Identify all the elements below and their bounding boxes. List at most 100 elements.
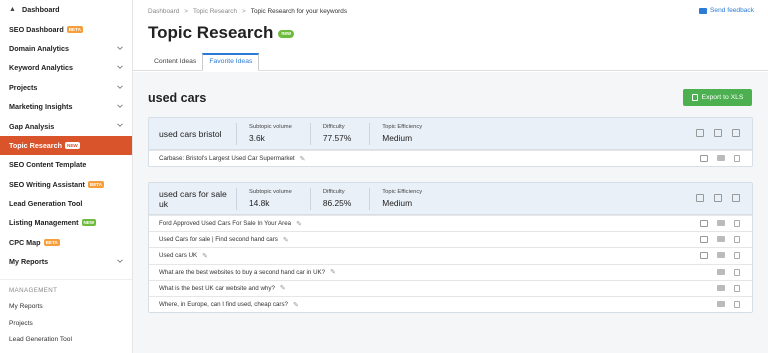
- idea-title: Used cars UK: [159, 252, 198, 260]
- metric-value: 3.6k: [249, 132, 265, 143]
- management-item-my-reports[interactable]: My Reports: [0, 299, 132, 316]
- send-feedback-label: Send feedback: [710, 7, 754, 14]
- sidebar-item-keyword-analytics[interactable]: Keyword Analytics: [0, 58, 132, 77]
- send-feedback-link[interactable]: Send feedback: [699, 7, 754, 14]
- metric-value: Medium: [382, 197, 413, 208]
- beta-badge: beta: [66, 25, 83, 33]
- card-actions: [696, 194, 740, 202]
- pencil-icon[interactable]: ✎: [300, 155, 306, 163]
- new-badge: new: [81, 219, 97, 227]
- pencil-icon[interactable]: ✎: [283, 236, 289, 244]
- sidebar-item-seo-content-template[interactable]: SEO Content Template: [0, 155, 132, 174]
- sidebar-item-label: Listing Management: [9, 218, 79, 228]
- beta-badge: beta: [87, 180, 105, 188]
- topic-card: used cars for sale uk Subtopic volume 14.8…: [148, 182, 753, 314]
- trash-icon[interactable]: [734, 220, 740, 227]
- external-link-icon[interactable]: [700, 252, 708, 260]
- management-list: My Reports Projects Lead Generation Tool: [0, 299, 132, 349]
- pencil-icon[interactable]: ✎: [280, 284, 286, 292]
- idea-title: What is the best UK car website and why?: [159, 284, 275, 292]
- management-item-lead-generation-tool[interactable]: Lead Generation Tool: [0, 332, 132, 349]
- row-actions: [700, 284, 740, 292]
- metric-difficulty: Difficulty 77.57%: [309, 122, 351, 145]
- management-item-projects[interactable]: Projects: [0, 316, 132, 333]
- nav-list: ▲ Dashboard SEO Dashboard beta Domain Analyt…: [0, 0, 132, 271]
- metric-label: Topic Efficiency: [382, 188, 423, 195]
- book-icon[interactable]: [732, 129, 740, 137]
- metric-label: Difficulty: [322, 123, 345, 130]
- sidebar-item-marketing-insights[interactable]: Marketing Insights: [0, 97, 132, 116]
- sidebar-item-seo-dashboard[interactable]: SEO Dashboard beta: [0, 19, 132, 38]
- sidebar-item-label: SEO Dashboard: [9, 24, 64, 34]
- comment-icon[interactable]: [717, 268, 725, 275]
- idea-row: What are the best websites to buy a seco…: [149, 263, 752, 280]
- chevron-down-icon: [117, 46, 123, 50]
- calendar-icon[interactable]: [714, 129, 722, 137]
- metric-value: Medium: [382, 132, 413, 143]
- sidebar-item-label: Lead Generation Tool: [9, 199, 83, 209]
- sidebar-item-my-reports[interactable]: My Reports: [0, 252, 132, 271]
- document-icon[interactable]: [696, 129, 704, 137]
- row-actions: [700, 268, 740, 276]
- sidebar-item-dashboard[interactable]: ▲ Dashboard: [0, 0, 132, 19]
- idea-row: Carbase: Bristol's Largest Used Car Supe…: [149, 150, 752, 166]
- breadcrumb-topic-research[interactable]: Topic Research: [193, 8, 237, 15]
- row-actions: [700, 252, 740, 260]
- idea-row: Used Cars for sale | Find second hand ca…: [149, 231, 752, 247]
- tab-content-ideas[interactable]: Content Ideas: [148, 53, 202, 71]
- comment-icon[interactable]: [717, 252, 725, 259]
- comment-icon[interactable]: [717, 155, 725, 161]
- trash-icon[interactable]: [734, 284, 740, 292]
- breadcrumb-dashboard[interactable]: Dashboard: [148, 8, 179, 15]
- comment-icon[interactable]: [717, 236, 725, 243]
- beta-badge: beta: [43, 238, 60, 246]
- sidebar-item-cpc-map[interactable]: CPC Map beta: [0, 233, 132, 252]
- trash-icon[interactable]: [734, 252, 740, 260]
- sidebar-item-projects[interactable]: Projects: [0, 78, 132, 97]
- main-area: Dashboard > Topic Research > Topic Resea…: [133, 0, 768, 353]
- book-icon[interactable]: [732, 194, 740, 202]
- comment-icon[interactable]: [717, 284, 725, 291]
- tab-favorite-ideas[interactable]: Favorite Ideas: [202, 53, 260, 71]
- metric-value: 86.25%: [322, 197, 352, 208]
- trash-icon[interactable]: [734, 268, 740, 276]
- idea-title: Where, in Europe, can I find used, cheap…: [159, 301, 288, 309]
- trash-icon[interactable]: [734, 300, 740, 308]
- sidebar-item-listing-management[interactable]: Listing Management new: [0, 213, 132, 232]
- new-badge: new: [65, 141, 80, 149]
- sidebar-item-topic-research[interactable]: Topic Research new: [0, 135, 132, 156]
- sidebar-item-gap-analysis[interactable]: Gap Analysis: [0, 116, 132, 135]
- metric-difficulty: Difficulty 86.25%: [309, 187, 352, 210]
- management-heading: MANAGEMENT: [0, 279, 132, 299]
- trash-icon[interactable]: [734, 236, 740, 244]
- sidebar-item-label: Gap Analysis: [9, 121, 55, 131]
- metric-subtopic-volume: Subtopic volume 14.8k: [236, 187, 292, 210]
- comment-icon[interactable]: [717, 220, 725, 226]
- sidebar-item-seo-writing-assistant[interactable]: SEO Writing Assistant beta: [0, 175, 132, 194]
- row-actions: [700, 155, 740, 162]
- idea-title: Ford Approved Used Cars For Sale In Your…: [159, 220, 292, 228]
- new-badge: new: [278, 30, 295, 38]
- calendar-icon[interactable]: [714, 194, 722, 202]
- document-icon[interactable]: [696, 194, 704, 202]
- metric-label: Subtopic volume: [249, 123, 292, 130]
- export-to-xls-button[interactable]: Export to XLS: [683, 89, 752, 106]
- pencil-icon[interactable]: ✎: [296, 220, 302, 228]
- external-link-icon[interactable]: [700, 220, 708, 227]
- external-link-icon[interactable]: [700, 155, 708, 162]
- sidebar-item-label: Marketing Insights: [9, 102, 73, 112]
- comment-icon[interactable]: [717, 300, 725, 307]
- sidebar-item-label: Keyword Analytics: [9, 63, 74, 73]
- sidebar-item-label: My Reports: [9, 257, 49, 267]
- home-icon: ▲: [9, 5, 16, 13]
- external-link-icon[interactable]: [700, 236, 708, 244]
- title-row: Topic Research new: [133, 22, 768, 44]
- pencil-icon[interactable]: ✎: [293, 301, 299, 309]
- pencil-icon[interactable]: ✎: [330, 268, 336, 276]
- sidebar-item-lead-generation-tool[interactable]: Lead Generation Tool: [0, 194, 132, 213]
- trash-icon[interactable]: [734, 155, 740, 162]
- metric-label: Topic Efficiency: [382, 123, 423, 130]
- sidebar-item-domain-analytics[interactable]: Domain Analytics: [0, 39, 132, 58]
- pencil-icon[interactable]: ✎: [202, 252, 208, 260]
